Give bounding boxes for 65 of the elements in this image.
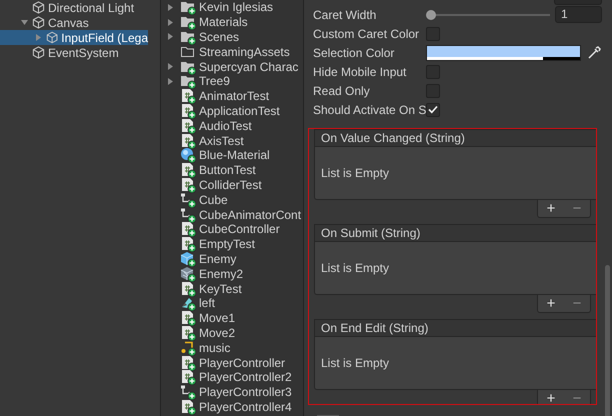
project-item[interactable]: EmptyTest xyxy=(166,236,303,252)
project-item[interactable]: Move2 xyxy=(166,326,303,340)
field-label: Custom Caret Color xyxy=(313,26,420,40)
field-label: Read Only xyxy=(313,84,371,98)
project-item[interactable]: music xyxy=(166,340,303,356)
project-item[interactable]: PlayerController xyxy=(166,355,303,370)
project-item[interactable]: ButtonTest xyxy=(166,162,303,178)
project-item[interactable]: ApplicationTest xyxy=(166,104,303,118)
field-label: Selection Color xyxy=(313,46,396,60)
hierarchy-item[interactable]: EventSystem xyxy=(0,45,148,60)
project-item[interactable]: Enemy2 xyxy=(166,266,303,282)
project-item[interactable]: PlayerController4 xyxy=(166,400,303,414)
number-field[interactable]: 1 xyxy=(555,6,602,23)
event-header: On Submit (String) xyxy=(314,224,596,242)
cube-icon xyxy=(32,1,45,14)
project-item[interactable]: AudioTest xyxy=(166,118,303,134)
expand-arrow-icon[interactable] xyxy=(166,18,175,27)
project-item[interactable]: PlayerController3 xyxy=(166,384,303,400)
project-item[interactable]: Kevin Iglesias xyxy=(166,0,303,15)
event-header: On Value Changed (String) xyxy=(314,129,596,147)
hierarchy-item[interactable]: Canvas xyxy=(0,15,148,30)
field-label: Caret Width xyxy=(313,8,378,22)
project-item[interactable]: AnimatorTest xyxy=(166,88,303,104)
empty-list-text: List is Empty xyxy=(321,166,390,180)
event-header: On End Edit (String) xyxy=(314,319,596,337)
hierarchy-item[interactable]: InputField (Lega xyxy=(0,30,148,45)
project-item[interactable]: PlayerController2 xyxy=(166,370,303,385)
project-item[interactable]: Scenes xyxy=(166,30,303,44)
expand-arrow-icon[interactable] xyxy=(166,62,175,72)
project-item[interactable]: Supercyan Charac xyxy=(166,59,303,74)
scrollbar-thumb[interactable] xyxy=(605,265,610,416)
project-item[interactable]: AxisTest xyxy=(166,133,303,148)
color-field[interactable] xyxy=(426,44,581,60)
expand-arrow-icon[interactable] xyxy=(166,76,175,86)
cube-icon xyxy=(32,46,45,59)
field-label: Should Activate On S xyxy=(313,102,426,116)
add-button[interactable]: + xyxy=(546,201,556,216)
hierarchy-item[interactable]: Directional Light xyxy=(0,0,148,15)
add-button[interactable]: + xyxy=(546,296,556,311)
project-item[interactable]: Materials xyxy=(166,14,303,30)
slider-thumb[interactable] xyxy=(426,10,436,20)
expand-arrow-icon[interactable] xyxy=(34,33,43,42)
project-item[interactable]: CubeController xyxy=(166,222,303,237)
empty-list-text: List is Empty xyxy=(321,261,390,275)
project-item[interactable]: CubeAnimatorCont xyxy=(166,207,303,222)
cube-icon xyxy=(32,16,45,29)
project-item[interactable]: Blue-Material xyxy=(166,148,303,163)
add-button[interactable]: + xyxy=(546,391,556,404)
project-item[interactable]: Cube xyxy=(166,192,303,208)
checkmark-icon xyxy=(428,105,438,114)
field-label: Hide Mobile Input xyxy=(313,64,408,78)
project-item[interactable]: KeyTest xyxy=(166,281,303,296)
project-item[interactable]: StreamingAssets xyxy=(166,44,303,60)
project-item[interactable]: Enemy xyxy=(166,252,303,266)
eyedropper-icon[interactable] xyxy=(586,44,602,60)
checkbox[interactable] xyxy=(426,102,440,116)
expand-arrow-icon[interactable] xyxy=(166,32,175,42)
expand-arrow-icon[interactable] xyxy=(166,2,175,12)
collapse-arrow-icon[interactable] xyxy=(20,18,29,27)
project-item[interactable]: ColliderTest xyxy=(166,178,303,192)
project-item[interactable]: Tree9 xyxy=(166,74,303,89)
cube-icon xyxy=(46,31,58,44)
project-item[interactable]: Move1 xyxy=(166,310,303,326)
empty-list-text: List is Empty xyxy=(321,356,390,370)
project-item[interactable]: left xyxy=(166,296,303,311)
